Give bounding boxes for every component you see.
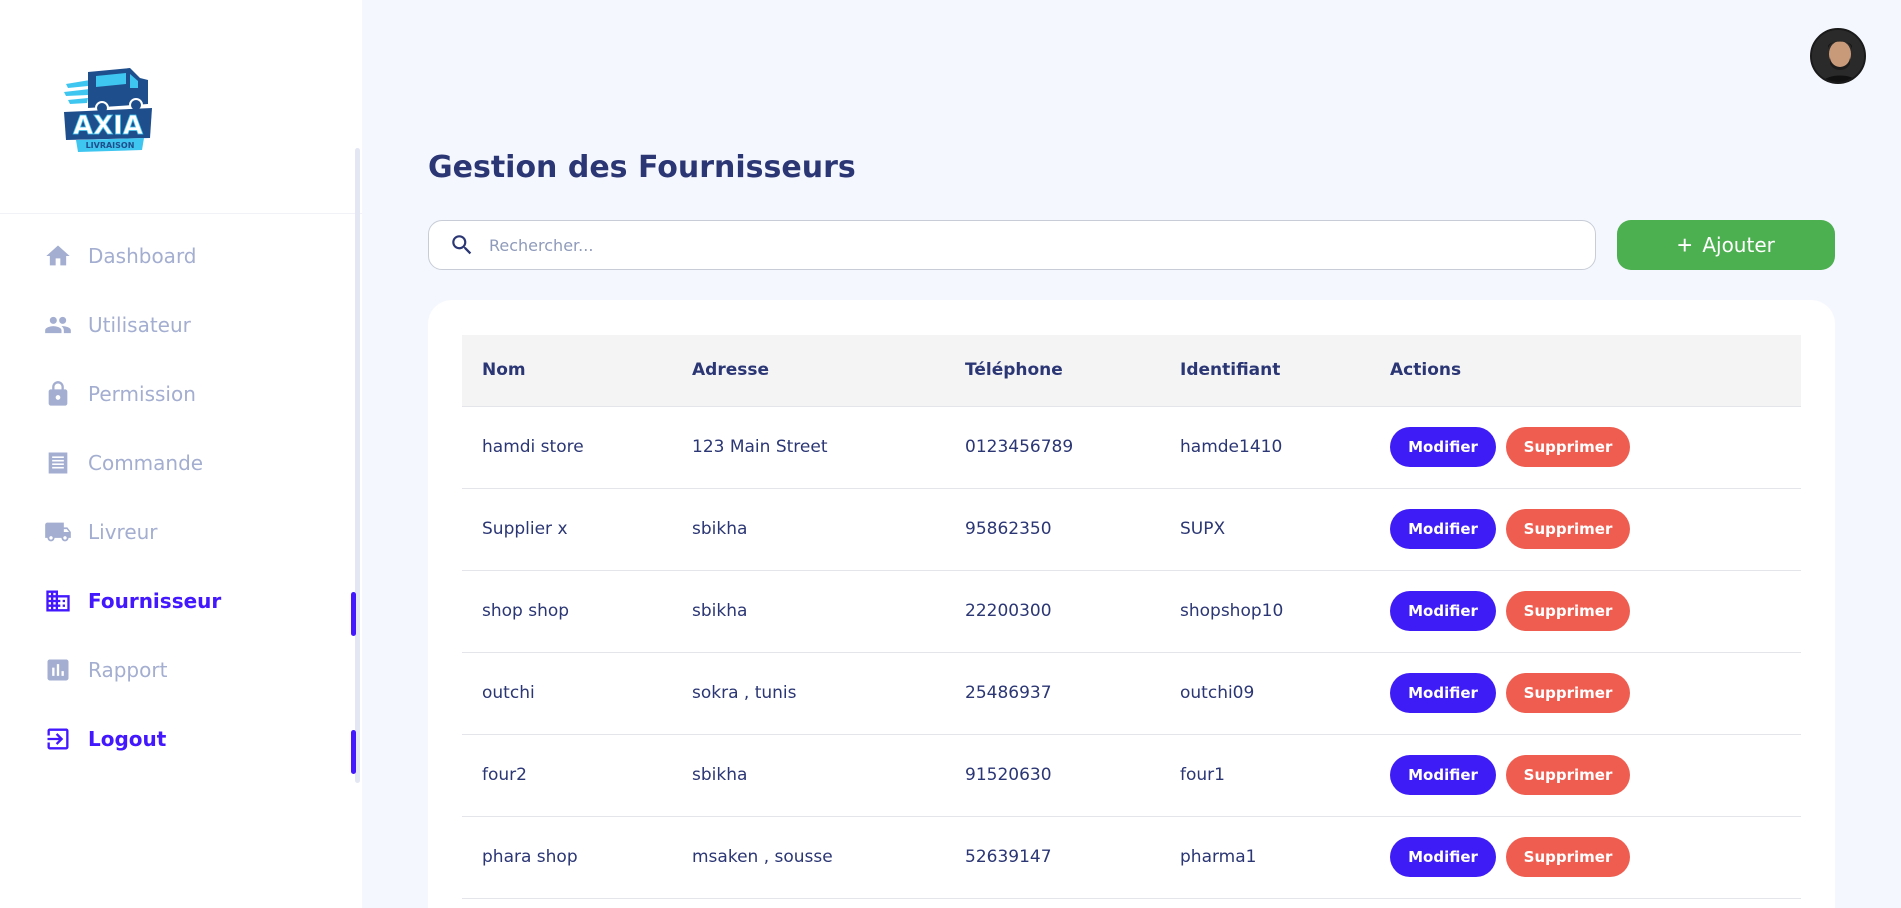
cell-identifiant: shopshop10 (1160, 570, 1370, 653)
cell-actions: Modifier Supprimer (1370, 652, 1801, 735)
cell-actions: Modifier Supprimer (1370, 816, 1801, 899)
home-icon (42, 240, 74, 272)
app-root: AXIA LIVRAISON Dashboard Utilisateur Per… (0, 0, 1901, 908)
active-indicator-logout (351, 730, 356, 774)
cell-telephone: 52639147 (945, 816, 1160, 899)
sidebar-item-fournisseur[interactable]: Fournisseur (42, 581, 342, 621)
suppliers-card: Nom Adresse Téléphone Identifiant Action… (428, 300, 1835, 908)
edit-button[interactable]: Modifier (1390, 591, 1496, 631)
cell-nom: hamdi store (462, 406, 672, 489)
sidebar-item-permission[interactable]: Permission (42, 374, 342, 414)
add-button-label: Ajouter (1702, 233, 1775, 257)
cell-nom: four2 (462, 734, 672, 817)
cell-identifiant: four1 (1160, 734, 1370, 817)
column-header-adresse: Adresse (672, 335, 945, 407)
search-input[interactable] (489, 235, 1569, 255)
cell-nom: Supplier x (462, 488, 672, 571)
users-icon (42, 309, 74, 341)
sidebar-item-label: Commande (88, 451, 204, 475)
edit-button[interactable]: Modifier (1390, 509, 1496, 549)
sidebar-item-commande[interactable]: Commande (42, 443, 342, 483)
cell-adresse: msaken , sousse (672, 816, 945, 899)
sidebar-item-label: Permission (88, 382, 196, 406)
delete-button[interactable]: Supprimer (1506, 509, 1630, 549)
cell-identifiant: SUPX (1160, 488, 1370, 571)
delete-button[interactable]: Supprimer (1506, 673, 1630, 713)
cell-nom: phara shop (462, 816, 672, 899)
sidebar-item-label: Fournisseur (88, 589, 222, 613)
sidebar-item-label: Dashboard (88, 244, 197, 268)
brand-logo[interactable]: AXIA LIVRAISON (60, 62, 156, 158)
cell-telephone: 25486937 (945, 652, 1160, 735)
sidebar-item-utilisateur[interactable]: Utilisateur (42, 305, 342, 345)
cell-telephone: 91520630 (945, 734, 1160, 817)
cell-identifiant: pharma1 (1160, 816, 1370, 899)
lock-icon (42, 378, 74, 410)
table-row: phara shop msaken , sousse 52639147 phar… (462, 816, 1801, 899)
sidebar: AXIA LIVRAISON Dashboard Utilisateur Per… (0, 0, 362, 908)
plus-icon: + (1677, 230, 1693, 260)
edit-button[interactable]: Modifier (1390, 755, 1496, 795)
cell-adresse: sokra , tunis (672, 652, 945, 735)
sidebar-item-label: Rapport (88, 658, 168, 682)
suppliers-table: Nom Adresse Téléphone Identifiant Action… (462, 335, 1801, 899)
add-supplier-button[interactable]: + Ajouter (1617, 220, 1835, 270)
active-indicator-fournisseur (351, 592, 356, 636)
page-title: Gestion des Fournisseurs (428, 150, 856, 185)
table-row: shop shop sbikha 22200300 shopshop10 Mod… (462, 570, 1801, 653)
table-row: four2 sbikha 91520630 four1 Modifier Supp… (462, 734, 1801, 817)
table-row: outchi sokra , tunis 25486937 outchi09 M… (462, 652, 1801, 735)
cell-adresse: sbikha (672, 734, 945, 817)
cell-actions: Modifier Supprimer (1370, 406, 1801, 489)
sidebar-item-dashboard[interactable]: Dashboard (42, 236, 342, 276)
sidebar-item-rapport[interactable]: Rapport (42, 650, 342, 690)
avatar[interactable] (1810, 28, 1866, 84)
logo-text: AXIA (73, 111, 143, 141)
cell-adresse: sbikha (672, 570, 945, 653)
cell-identifiant: hamde1410 (1160, 406, 1370, 489)
search-box[interactable] (428, 220, 1596, 270)
column-header-actions: Actions (1370, 335, 1801, 407)
sidebar-divider (0, 213, 362, 214)
sidebar-scrollbar[interactable] (355, 148, 360, 783)
cell-actions: Modifier Supprimer (1370, 734, 1801, 817)
cell-adresse: 123 Main Street (672, 406, 945, 489)
cell-identifiant: outchi09 (1160, 652, 1370, 735)
cell-nom: shop shop (462, 570, 672, 653)
sidebar-item-label: Livreur (88, 520, 158, 544)
edit-button[interactable]: Modifier (1390, 427, 1496, 467)
logo-subtext: LIVRAISON (86, 141, 135, 150)
edit-button[interactable]: Modifier (1390, 837, 1496, 877)
truck-icon (42, 516, 74, 548)
delete-button[interactable]: Supprimer (1506, 427, 1630, 467)
sidebar-item-label: Logout (88, 727, 167, 751)
column-header-telephone: Téléphone (945, 335, 1160, 407)
building-icon (42, 585, 74, 617)
logout-icon (42, 723, 74, 755)
receipt-icon (42, 447, 74, 479)
delete-button[interactable]: Supprimer (1506, 837, 1630, 877)
table-row: hamdi store 123 Main Street 0123456789 h… (462, 406, 1801, 489)
edit-button[interactable]: Modifier (1390, 673, 1496, 713)
cell-telephone: 95862350 (945, 488, 1160, 571)
cell-telephone: 22200300 (945, 570, 1160, 653)
search-icon (449, 232, 475, 258)
delete-button[interactable]: Supprimer (1506, 591, 1630, 631)
cell-actions: Modifier Supprimer (1370, 488, 1801, 571)
cell-telephone: 0123456789 (945, 406, 1160, 489)
table-row: Supplier x sbikha 95862350 SUPX Modifier… (462, 488, 1801, 571)
cell-adresse: sbikha (672, 488, 945, 571)
delete-button[interactable]: Supprimer (1506, 755, 1630, 795)
table-header-row: Nom Adresse Téléphone Identifiant Action… (462, 335, 1801, 407)
column-header-identifiant: Identifiant (1160, 335, 1370, 407)
bar-chart-icon (42, 654, 74, 686)
sidebar-item-livreur[interactable]: Livreur (42, 512, 342, 552)
sidebar-item-logout[interactable]: Logout (42, 719, 342, 759)
cell-nom: outchi (462, 652, 672, 735)
column-header-nom: Nom (462, 335, 672, 407)
cell-actions: Modifier Supprimer (1370, 570, 1801, 653)
sidebar-item-label: Utilisateur (88, 313, 191, 337)
